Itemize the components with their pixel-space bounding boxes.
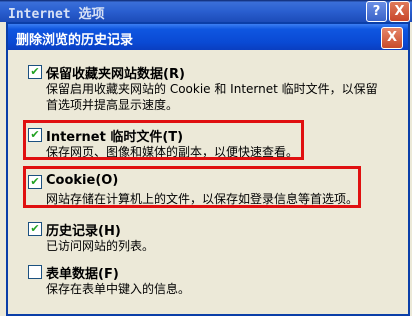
option-label: 保留收藏夹网站数据(R): [46, 67, 185, 82]
help-button[interactable]: ?: [366, 1, 387, 22]
option-desc: 保存在表单中键入的信息。: [46, 282, 191, 296]
preserve-favorites-checkbox[interactable]: ✔: [28, 65, 42, 79]
history-checkbox[interactable]: ✔: [28, 222, 42, 236]
option-desc: 保留启用收藏夹网站的 Cookie 和 Internet 临时文件，以保留: [46, 82, 378, 96]
form-data-checkbox[interactable]: [28, 265, 42, 279]
option-desc: 首选项并提高显示速度。: [46, 98, 179, 112]
dialog-close-button[interactable]: X: [381, 27, 403, 49]
outer-window-title: Internet 选项: [8, 7, 105, 22]
option-label: 表单数据(F): [46, 267, 119, 282]
outer-close-button[interactable]: X: [389, 1, 410, 22]
highlight-box-cookies: [23, 166, 361, 208]
dialog-title: 删除浏览的历史记录: [16, 33, 134, 48]
highlight-box-temporary-files: [23, 120, 304, 160]
option-desc: 已访问网站的列表。: [46, 239, 155, 253]
option-label: 历史记录(H): [46, 224, 121, 239]
outer-titlebar: Internet 选项 ? X: [0, 0, 412, 22]
dialog-titlebar: 删除浏览的历史记录 X: [8, 24, 408, 50]
